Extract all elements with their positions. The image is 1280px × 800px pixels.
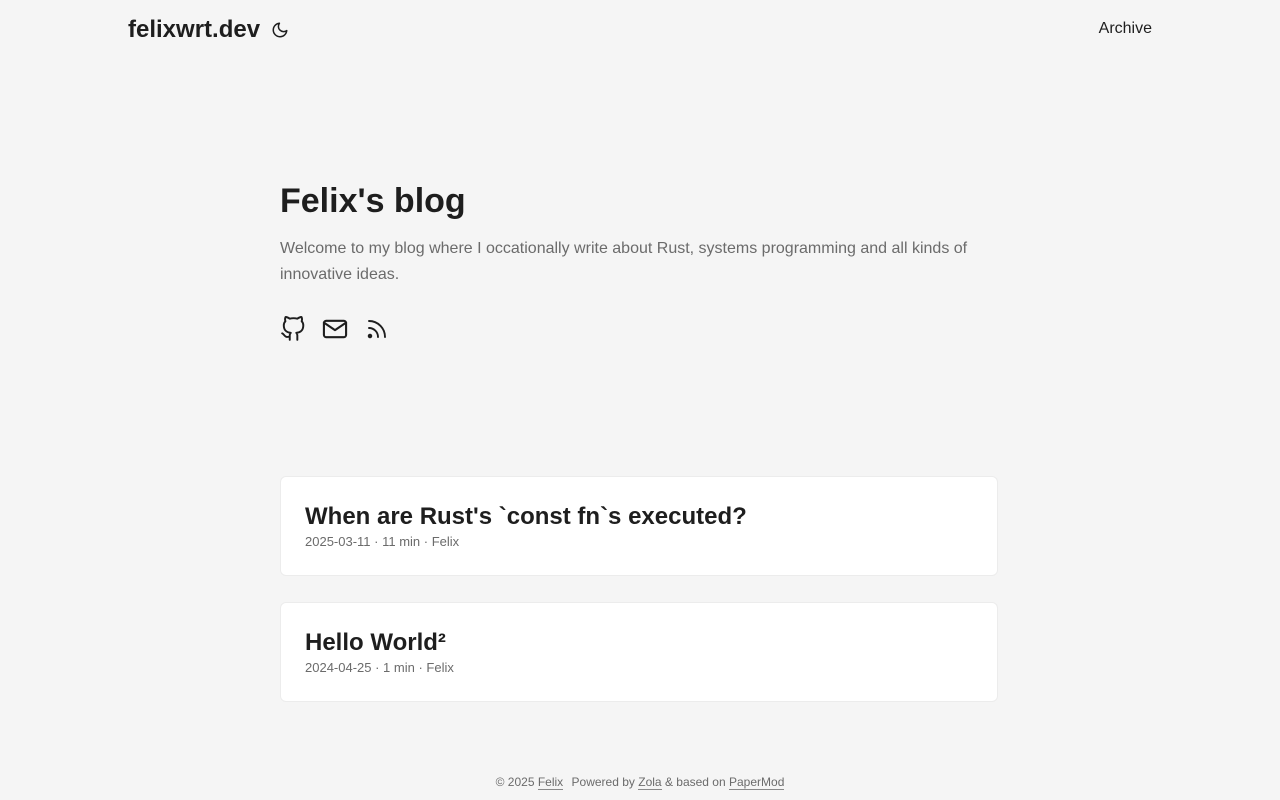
home-info: Felix's blog Welcome to my blog where I …: [280, 180, 1000, 344]
post-title: When are Rust's `const fn`s executed?: [305, 503, 747, 530]
post-meta: 2024-04-25 · 1 min · Felix: [305, 660, 454, 675]
logo-switches: felixwrt.dev: [128, 14, 290, 46]
github-link[interactable]: [278, 314, 308, 344]
footer-powered-by: Powered by: [571, 775, 635, 789]
post-entry[interactable]: When are Rust's `const fn`s executed? 20…: [280, 476, 998, 576]
post-title: Hello World²: [305, 629, 446, 656]
page-title: Felix's blog: [280, 182, 466, 220]
email-link[interactable]: [320, 314, 350, 344]
rss-icon: [367, 320, 386, 339]
site-title-link[interactable]: felixwrt.dev: [128, 14, 260, 46]
menu-item-archive[interactable]: Archive: [1099, 20, 1152, 37]
rss-link[interactable]: [362, 314, 392, 344]
github-icon: [281, 316, 305, 341]
site-footer: © 2025 Felix Powered by Zola & based on …: [0, 774, 1280, 790]
page-subtitle: Welcome to my blog where I occationally …: [280, 240, 968, 283]
moon-icon: [272, 22, 288, 38]
footer-author-link[interactable]: Felix: [537, 775, 564, 790]
social-icons: [280, 314, 1000, 344]
post-meta: 2025-03-11 · 11 min · Felix: [305, 534, 460, 549]
theme-toggle-button[interactable]: [270, 20, 290, 40]
footer-based-on: & based on: [664, 775, 726, 789]
mail-icon: [322, 319, 348, 339]
site-header: felixwrt.dev Archive: [0, 0, 1280, 60]
main-menu: Archive: [1099, 19, 1152, 39]
footer-papermod-link[interactable]: PaperMod: [729, 775, 785, 790]
footer-zola-link[interactable]: Zola: [638, 775, 662, 790]
post-entry[interactable]: Hello World² 2024-04-25 · 1 min · Felix: [280, 602, 998, 702]
footer-copyright: © 2025: [495, 775, 535, 789]
